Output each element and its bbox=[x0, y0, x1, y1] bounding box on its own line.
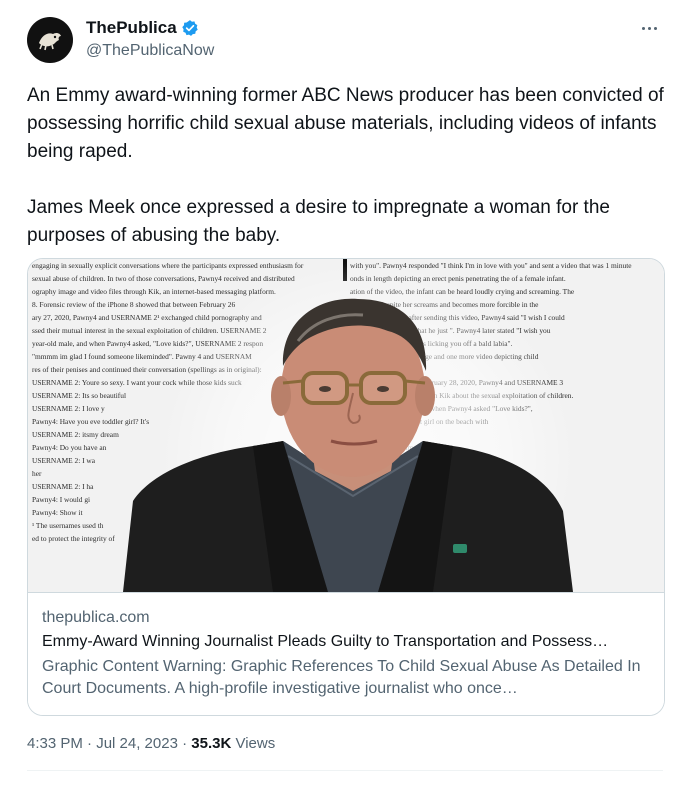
author-names: ThePublica @ThePublicaNow bbox=[86, 18, 214, 60]
card-title[interactable]: Emmy-Award Winning Journalist Pleads Gui… bbox=[42, 633, 652, 651]
tweet-paragraph: James Meek once expressed a desire to im… bbox=[27, 197, 610, 246]
man-portrait-photo bbox=[123, 298, 573, 592]
lion-logo-icon bbox=[39, 32, 61, 51]
tweet-text: An Emmy award-winning former ABC News pr… bbox=[27, 82, 672, 250]
tweet-timestamp-row: 4:33 PM · Jul 24, 2023 · 35.3K Views bbox=[27, 735, 275, 752]
views-count[interactable]: 35.3K bbox=[191, 735, 231, 752]
tweet-paragraph: An Emmy award-winning former ABC News pr… bbox=[27, 85, 664, 162]
tweet-header: ThePublica @ThePublicaNow bbox=[27, 14, 669, 64]
verified-badge-icon bbox=[181, 20, 198, 36]
avatar[interactable] bbox=[27, 17, 73, 63]
divider bbox=[27, 770, 663, 771]
card-domain[interactable]: thepublica.com bbox=[42, 609, 150, 627]
card-description[interactable]: Graphic Content Warning: Graphic Referen… bbox=[42, 656, 652, 700]
tweet: ThePublica @ThePublicaNow An Emmy award-… bbox=[0, 0, 693, 785]
display-name-text[interactable]: ThePublica bbox=[86, 18, 177, 38]
more-options-icon[interactable] bbox=[637, 18, 661, 38]
card-image[interactable]: engaging in sexually explicit conversati… bbox=[28, 259, 664, 592]
views-label: Views bbox=[231, 735, 276, 752]
author-handle[interactable]: @ThePublicaNow bbox=[86, 42, 214, 60]
tweet-time[interactable]: 4:33 PM · Jul 24, 2023 · bbox=[27, 735, 191, 752]
card-meta[interactable]: thepublica.com Emmy-Award Winning Journa… bbox=[28, 592, 664, 715]
link-card[interactable]: engaging in sexually explicit conversati… bbox=[27, 258, 665, 716]
author-display-name[interactable]: ThePublica bbox=[86, 18, 214, 38]
